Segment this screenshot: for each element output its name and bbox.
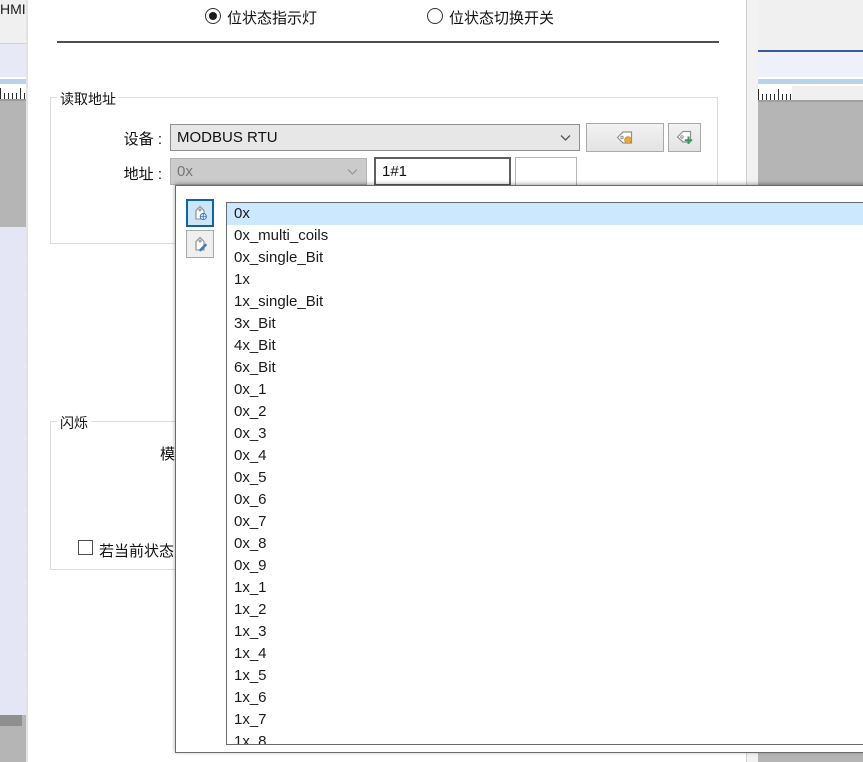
- browse-tag-button[interactable]: [586, 123, 664, 152]
- list-item[interactable]: 3x_Bit: [227, 313, 863, 335]
- list-item[interactable]: 1x_1: [227, 577, 863, 599]
- list-item[interactable]: 0x_1: [227, 379, 863, 401]
- address-type-value: 0x: [177, 163, 193, 180]
- radio-bit-lamp[interactable]: [205, 8, 221, 24]
- device-combobox[interactable]: MODBUS RTU: [170, 124, 580, 151]
- address-type-dropdown-popup: 0x0x_multi_coils0x_single_Bit1x1x_single…: [175, 185, 863, 753]
- read-address-group-title: 读取地址: [57, 89, 119, 109]
- edit-tags-button[interactable]: [186, 230, 214, 258]
- address-offset-input[interactable]: 1#1: [374, 157, 511, 186]
- list-item[interactable]: 1x: [227, 269, 863, 291]
- chevron-down-icon: [347, 168, 358, 175]
- add-tag-button[interactable]: [668, 123, 701, 152]
- canvas-margin: [0, 101, 26, 227]
- list-item[interactable]: 0x_8: [227, 533, 863, 555]
- list-item[interactable]: 0x_3: [227, 423, 863, 445]
- tag-icon: [615, 128, 635, 147]
- section-separator: [57, 41, 719, 43]
- system-tags-button[interactable]: [186, 199, 214, 227]
- list-item[interactable]: 1x_6: [227, 687, 863, 709]
- list-item[interactable]: 0x_single_Bit: [227, 247, 863, 269]
- hmi-tab-label: HMI: [0, 1, 26, 17]
- address-offset-value: 1#1: [382, 163, 407, 180]
- device-combobox-value: MODBUS RTU: [177, 129, 278, 146]
- address-extra-field[interactable]: [515, 157, 577, 186]
- list-item[interactable]: 1x_2: [227, 599, 863, 621]
- horizontal-ruler-left: [0, 86, 26, 99]
- address-type-combobox[interactable]: 0x: [170, 158, 367, 185]
- list-item[interactable]: 0x_multi_coils: [227, 225, 863, 247]
- tag-plus-icon: [675, 128, 695, 147]
- state-condition-checkbox[interactable]: [78, 540, 93, 555]
- tag-pencil-icon: [191, 235, 209, 253]
- list-item[interactable]: 0x_7: [227, 511, 863, 533]
- list-item[interactable]: 4x_Bit: [227, 335, 863, 357]
- list-item[interactable]: 0x_2: [227, 401, 863, 423]
- tag-globe-icon: [191, 204, 209, 222]
- list-item[interactable]: 0x: [227, 203, 863, 225]
- panel-band: [758, 52, 863, 77]
- list-item[interactable]: 1x_8: [227, 731, 863, 745]
- app-window-left-edge: HMI: [0, 0, 26, 762]
- device-label: 设备 :: [100, 128, 162, 149]
- list-item[interactable]: 1x_4: [227, 643, 863, 665]
- screen-edit-canvas: [0, 227, 26, 715]
- radio-bit-switch[interactable]: [427, 8, 443, 24]
- blink-mode-label: 模: [160, 443, 175, 464]
- address-label: 地址 :: [100, 163, 162, 184]
- blink-group-title: 闪烁: [57, 413, 91, 433]
- list-item[interactable]: 0x_4: [227, 445, 863, 467]
- horizontal-ruler-right: [758, 86, 792, 100]
- toolbar-band: [0, 44, 26, 77]
- list-item[interactable]: 1x_7: [227, 709, 863, 731]
- list-item[interactable]: 0x_5: [227, 467, 863, 489]
- radio-bit-lamp-label[interactable]: 位状态指示灯: [227, 7, 317, 28]
- radio-bit-switch-label[interactable]: 位状态切换开关: [449, 7, 554, 28]
- radio-selected-dot: [209, 12, 217, 20]
- state-condition-label[interactable]: 若当前状态: [99, 540, 174, 561]
- list-item[interactable]: 0x_9: [227, 555, 863, 577]
- list-item[interactable]: 1x_single_Bit: [227, 291, 863, 313]
- list-item[interactable]: 1x_3: [227, 621, 863, 643]
- list-item[interactable]: 1x_5: [227, 665, 863, 687]
- chevron-down-icon: [560, 134, 571, 141]
- list-item[interactable]: 0x_6: [227, 489, 863, 511]
- list-item[interactable]: 6x_Bit: [227, 357, 863, 379]
- canvas-corner-shadow: [0, 715, 22, 726]
- address-type-list[interactable]: 0x0x_multi_coils0x_single_Bit1x1x_single…: [226, 202, 863, 745]
